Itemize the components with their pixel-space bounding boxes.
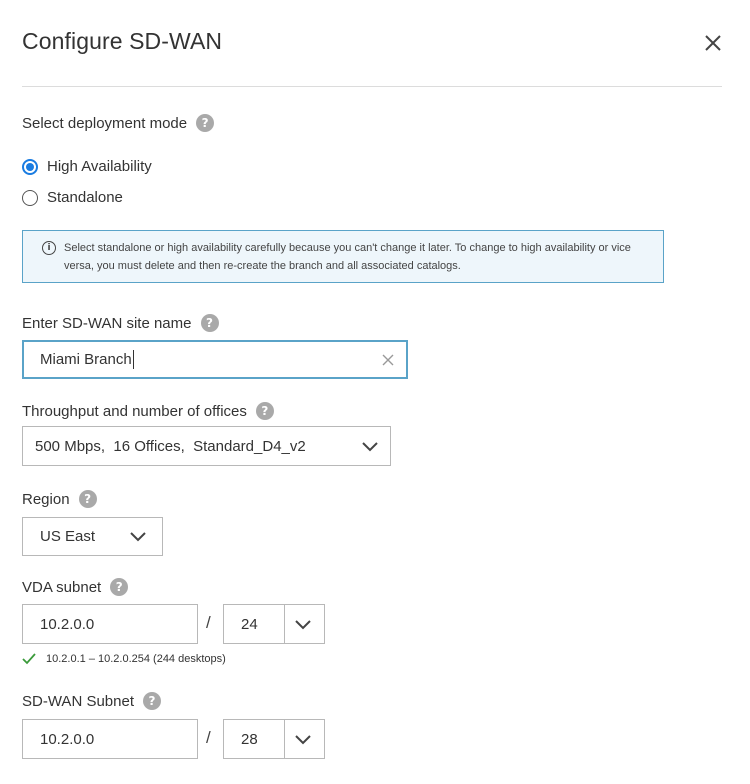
- region-label: Region ?: [22, 490, 97, 508]
- throughput-select[interactable]: 500 Mbps, 16 Offices, Standard_D4_v2: [22, 426, 391, 466]
- help-icon[interactable]: ?: [78, 490, 97, 508]
- sdwan-subnet-label-text: SD-WAN Subnet: [22, 692, 134, 710]
- site-name-label-text: Enter SD-WAN site name: [22, 314, 192, 332]
- site-name-input[interactable]: Miami Branch: [22, 340, 408, 379]
- vda-subnet-validation: 10.2.0.1 – 10.2.0.254 (244 desktops): [22, 653, 226, 665]
- radio-label: Standalone: [47, 189, 123, 206]
- deployment-mode-label: Select deployment mode ?: [22, 114, 215, 132]
- help-icon[interactable]: ?: [142, 692, 161, 710]
- vda-subnet-prefix-select[interactable]: 24: [223, 604, 325, 644]
- text-cursor: [132, 350, 134, 369]
- chevron-down-icon[interactable]: [295, 620, 311, 630]
- vda-subnet-prefix-value: 24: [241, 615, 258, 633]
- info-banner: i Select standalone or high availability…: [22, 230, 664, 283]
- select-divider: [284, 605, 285, 643]
- clear-input-icon[interactable]: [381, 353, 395, 367]
- header-divider: [22, 86, 722, 87]
- help-icon[interactable]: ?: [110, 578, 129, 596]
- radio-high-availability[interactable]: High Availability: [22, 158, 152, 175]
- region-label-text: Region: [22, 490, 70, 508]
- close-icon[interactable]: [699, 29, 727, 57]
- vda-subnet-ip-input[interactable]: 10.2.0.0: [22, 604, 198, 644]
- throughput-label: Throughput and number of offices ?: [22, 402, 274, 420]
- radio-checked-icon[interactable]: [22, 158, 38, 175]
- help-icon[interactable]: ?: [200, 314, 219, 332]
- throughput-value: 500 Mbps, 16 Offices, Standard_D4_v2: [35, 437, 306, 455]
- sdwan-subnet-ip-input[interactable]: 10.2.0.0: [22, 719, 198, 759]
- info-icon: i: [42, 241, 56, 255]
- vda-subnet-label-text: VDA subnet: [22, 578, 102, 596]
- region-select[interactable]: US East: [22, 517, 163, 556]
- info-text: Select standalone or high availability c…: [64, 242, 631, 272]
- sdwan-subnet-ip-value: 10.2.0.0: [40, 730, 95, 748]
- vda-subnet-label: VDA subnet ?: [22, 578, 129, 596]
- validation-text: 10.2.0.1 – 10.2.0.254 (244 desktops): [46, 653, 226, 665]
- checkmark-icon: [22, 653, 36, 665]
- chevron-down-icon[interactable]: [295, 735, 311, 745]
- select-divider: [284, 720, 285, 758]
- help-icon[interactable]: ?: [196, 114, 215, 132]
- chevron-down-icon: [130, 532, 146, 542]
- dialog-title: Configure SD-WAN: [22, 28, 223, 54]
- radio-unchecked-icon[interactable]: [22, 189, 38, 206]
- sdwan-subnet-prefix-value: 28: [241, 730, 258, 748]
- region-value: US East: [40, 528, 96, 545]
- radio-standalone[interactable]: Standalone: [22, 189, 123, 206]
- subnet-separator: /: [206, 613, 211, 632]
- vda-subnet-ip-value: 10.2.0.0: [40, 615, 95, 633]
- help-icon[interactable]: ?: [255, 402, 274, 420]
- site-name-value: Miami Branch: [40, 351, 132, 368]
- chevron-down-icon: [362, 442, 378, 452]
- subnet-separator: /: [206, 728, 211, 747]
- sdwan-subnet-label: SD-WAN Subnet ?: [22, 692, 161, 710]
- sdwan-subnet-prefix-select[interactable]: 28: [223, 719, 325, 759]
- site-name-label: Enter SD-WAN site name ?: [22, 314, 219, 332]
- throughput-label-text: Throughput and number of offices: [22, 402, 247, 420]
- radio-label: High Availability: [47, 158, 152, 175]
- deployment-mode-label-text: Select deployment mode: [22, 114, 188, 132]
